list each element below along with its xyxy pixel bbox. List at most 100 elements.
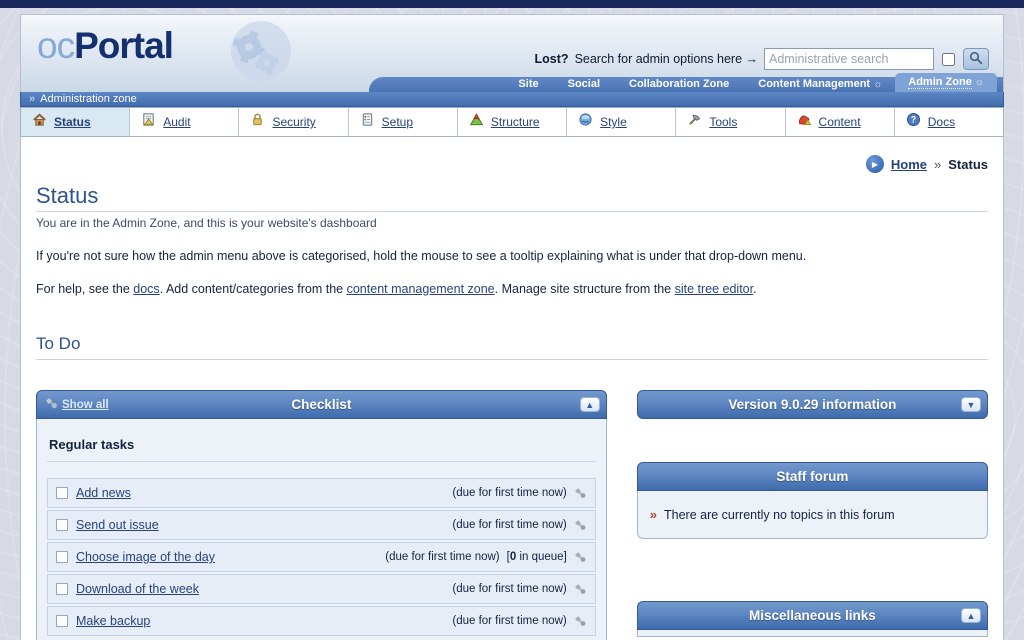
- task-link[interactable]: Add news: [76, 486, 131, 500]
- version-info-panel-header: Version 9.0.29 information ▼: [637, 390, 988, 419]
- misc-links-body: [637, 630, 988, 637]
- logo-gears-icon: [221, 19, 293, 92]
- menu-item-audit[interactable]: Audit: [129, 108, 238, 136]
- task-options-icon[interactable]: [574, 615, 587, 628]
- dashboard-columns: Show all Checklist ▲ Regular tasks Add n…: [36, 390, 988, 640]
- logo-portal-text: Portal: [74, 25, 173, 66]
- audit-clipboard-icon: [141, 112, 156, 132]
- gear-cluster-icon: [45, 397, 58, 413]
- task-row-download-of-week: Download of the week (due for first time…: [47, 574, 596, 604]
- checklist-panel: Show all Checklist ▲ Regular tasks Add n…: [36, 390, 607, 640]
- misc-links-title: Miscellaneous links: [638, 608, 987, 623]
- menu-item-status[interactable]: Status: [21, 108, 129, 136]
- checklist-body: Regular tasks Add news (due for first ti…: [36, 419, 607, 640]
- checklist-collapse-button[interactable]: ▲: [580, 397, 600, 412]
- magnifier-icon: [969, 51, 983, 68]
- help-paragraph: For help, see the docs. Add content/cate…: [36, 282, 988, 296]
- menu-item-structure[interactable]: Structure: [457, 108, 566, 136]
- menu-item-docs[interactable]: ? Docs: [894, 108, 1003, 136]
- tab-admin-zone[interactable]: Admin Zone☼: [895, 73, 997, 92]
- menu-item-security[interactable]: Security: [238, 108, 347, 136]
- staff-forum-title: Staff forum: [638, 469, 987, 484]
- version-info-title: Version 9.0.29 information: [638, 397, 987, 412]
- breadcrumb-current: Status: [948, 157, 988, 172]
- task-checkbox[interactable]: [56, 519, 68, 531]
- search-lost-label: Lost?: [535, 52, 569, 66]
- task-due-label: (due for first time now): [452, 583, 566, 595]
- notepad-icon: [360, 112, 375, 132]
- question-circle-icon: ?: [906, 112, 921, 132]
- task-checkbox[interactable]: [56, 615, 68, 627]
- staff-forum-body: » There are currently no topics in this …: [637, 491, 988, 539]
- docs-link[interactable]: docs: [133, 282, 159, 296]
- zone-bar-label: Administration zone: [40, 93, 137, 105]
- breadcrumb: ▶ Home » Status: [36, 155, 988, 173]
- breadcrumb-home-link[interactable]: Home: [891, 157, 927, 172]
- task-link[interactable]: Make backup: [76, 614, 150, 628]
- task-due-label: (due for first time now): [452, 487, 566, 499]
- browser-top-strip: [0, 0, 1024, 8]
- task-options-icon[interactable]: [574, 551, 587, 564]
- menu-item-tools[interactable]: Tools: [675, 108, 784, 136]
- staff-forum-header: Staff forum: [637, 462, 988, 491]
- task-options-icon[interactable]: [574, 519, 587, 532]
- task-row-add-news: Add news (due for first time now): [47, 478, 596, 508]
- gear-icon: ☼: [975, 77, 984, 88]
- task-link[interactable]: Download of the week: [76, 582, 199, 596]
- search-option-checkbox[interactable]: [942, 53, 955, 66]
- collapse-up-icon: ▲: [967, 611, 976, 621]
- home-icon: [32, 112, 47, 132]
- tab-site[interactable]: Site: [505, 77, 554, 92]
- list-marker-icon: »: [650, 507, 657, 522]
- menu-item-content[interactable]: Content: [785, 108, 894, 136]
- content-management-zone-link[interactable]: content management zone: [347, 282, 495, 296]
- breadcrumb-separator: »: [934, 157, 941, 172]
- todo-section-heading: To Do: [36, 334, 988, 360]
- task-checkbox[interactable]: [56, 551, 68, 563]
- task-queue-label: [0 in queue]: [507, 551, 567, 563]
- staff-forum-message: There are currently no topics in this fo…: [664, 508, 895, 522]
- tab-social[interactable]: Social: [555, 77, 616, 92]
- main-content: ▶ Home » Status Status You are in the Ad…: [20, 137, 1004, 640]
- task-due-label: (due for first time now): [452, 519, 566, 531]
- checklist-header: Show all Checklist ▲: [36, 390, 607, 419]
- padlock-icon: [250, 112, 265, 132]
- site-header: ocPortal Lost? Search for admin options …: [20, 14, 1004, 92]
- admin-search-bar: Lost? Search for admin options here →: [535, 48, 989, 70]
- menu-item-style[interactable]: Style: [566, 108, 675, 136]
- page-container: ocPortal Lost? Search for admin options …: [20, 14, 1004, 640]
- show-all-link[interactable]: Show all: [45, 397, 109, 413]
- sphere-icon: [578, 112, 593, 132]
- version-expand-button[interactable]: ▼: [961, 397, 981, 412]
- task-row-make-backup: Make backup (due for first time now): [47, 606, 596, 636]
- misc-links-collapse-button[interactable]: ▲: [961, 608, 981, 623]
- task-link[interactable]: Send out issue: [76, 518, 159, 532]
- admin-search-input[interactable]: [764, 48, 934, 70]
- checklist-title: Checklist: [37, 397, 606, 412]
- collapse-up-icon: ▲: [585, 400, 594, 410]
- menu-item-setup[interactable]: Setup: [348, 108, 457, 136]
- tab-collaboration-zone[interactable]: Collaboration Zone: [616, 77, 745, 92]
- site-tree-editor-link[interactable]: site tree editor: [675, 282, 754, 296]
- search-button[interactable]: [963, 48, 989, 70]
- zone-tab-strip: Site Social Collaboration Zone Content M…: [369, 77, 1003, 92]
- svg-text:?: ?: [911, 115, 916, 125]
- collapse-down-icon: ▼: [967, 400, 976, 410]
- breadcrumb-arrow-icon[interactable]: ▶: [866, 155, 884, 173]
- task-options-icon[interactable]: [574, 583, 587, 596]
- tab-content-management[interactable]: Content Management☼: [745, 77, 895, 92]
- task-checkbox[interactable]: [56, 583, 68, 595]
- page-subtitle: You are in the Admin Zone, and this is y…: [36, 211, 988, 230]
- task-options-icon[interactable]: [574, 487, 587, 500]
- task-due-label: (due for first time now): [452, 615, 566, 627]
- admin-menu-bar: Status Audit Security Setup Structure St…: [20, 107, 1004, 137]
- page-title: Status: [36, 183, 988, 209]
- ocportal-logo: ocPortal: [37, 27, 173, 64]
- intro-paragraph: If you're not sure how the admin menu ab…: [36, 249, 988, 263]
- pyramid-icon: [469, 112, 484, 132]
- logo-oc-text: oc: [37, 25, 74, 66]
- gear-icon: ☼: [873, 79, 882, 90]
- misc-links-panel-header: Miscellaneous links ▲: [637, 601, 988, 630]
- task-checkbox[interactable]: [56, 487, 68, 499]
- task-link[interactable]: Choose image of the day: [76, 550, 215, 564]
